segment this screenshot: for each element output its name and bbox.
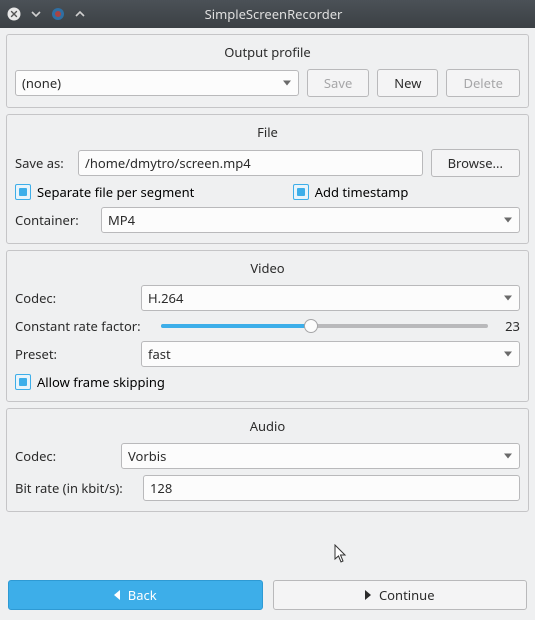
add-timestamp-checkbox[interactable]: Add timestamp: [293, 183, 520, 201]
file-title: File: [15, 123, 520, 141]
output-profile-group: Output profile (none) Save New Delete: [6, 34, 529, 108]
delete-button[interactable]: Delete: [446, 69, 520, 97]
bitrate-input[interactable]: [143, 475, 520, 501]
window-title: SimpleScreenRecorder: [88, 5, 459, 23]
nav-row: Back Continue: [6, 580, 529, 614]
continue-button[interactable]: Continue: [273, 580, 528, 610]
video-group: Video Codec: H.264 Constant rate factor:…: [6, 250, 529, 402]
frame-skipping-label: Allow frame skipping: [37, 373, 165, 391]
audio-title: Audio: [15, 417, 520, 435]
container-select[interactable]: MP4: [101, 207, 520, 233]
crf-slider[interactable]: [161, 318, 488, 334]
video-codec-select[interactable]: H.264: [141, 285, 520, 311]
separate-file-label: Separate file per segment: [37, 183, 194, 201]
crf-label: Constant rate factor:: [15, 317, 153, 335]
save-as-label: Save as:: [15, 154, 70, 172]
add-timestamp-label: Add timestamp: [315, 183, 409, 201]
save-as-input[interactable]: [78, 150, 423, 176]
browse-button[interactable]: Browse...: [431, 149, 520, 177]
container-label: Container:: [15, 211, 93, 229]
back-button[interactable]: Back: [8, 580, 263, 610]
profile-select[interactable]: (none): [15, 70, 299, 96]
audio-codec-label: Codec:: [15, 447, 113, 465]
close-icon[interactable]: [6, 6, 22, 22]
output-profile-title: Output profile: [15, 43, 520, 61]
save-button[interactable]: Save: [307, 69, 369, 97]
app-icon: [50, 6, 66, 22]
arrow-left-icon: [114, 590, 120, 600]
bitrate-label: Bit rate (in kbit/s):: [15, 479, 135, 497]
separate-file-checkbox[interactable]: Separate file per segment: [15, 183, 194, 201]
new-button[interactable]: New: [377, 69, 438, 97]
preset-label: Preset:: [15, 345, 133, 363]
minimize-icon[interactable]: [28, 6, 44, 22]
preset-select[interactable]: fast: [141, 341, 520, 367]
arrow-right-icon: [365, 590, 371, 600]
titlebar: SimpleScreenRecorder: [0, 0, 535, 28]
video-title: Video: [15, 259, 520, 277]
video-codec-label: Codec:: [15, 289, 133, 307]
crf-value: 23: [496, 317, 520, 335]
audio-group: Audio Codec: Vorbis Bit rate (in kbit/s)…: [6, 408, 529, 512]
frame-skipping-checkbox[interactable]: Allow frame skipping: [15, 373, 165, 391]
file-group: File Save as: Browse... Separate file pe…: [6, 114, 529, 244]
maximize-icon[interactable]: [72, 6, 88, 22]
audio-codec-select[interactable]: Vorbis: [121, 443, 520, 469]
